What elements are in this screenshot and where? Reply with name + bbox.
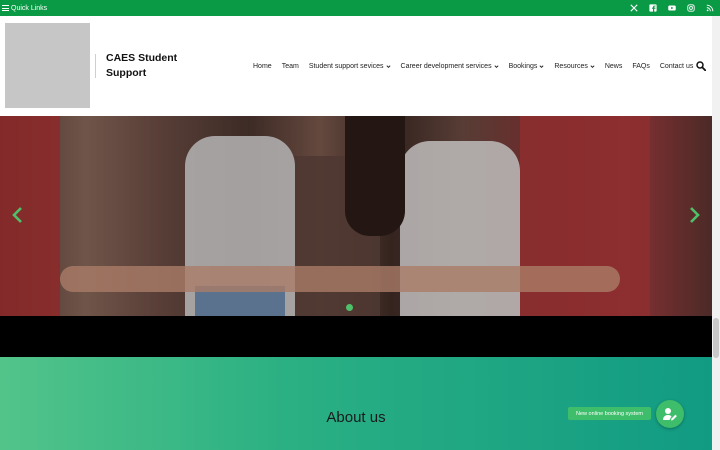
nav-item-career-development-services[interactable]: Career development services [401,63,499,70]
site-title-line2: Support [106,67,147,79]
nav-label: News [604,62,623,70]
hero-overlay [0,116,712,316]
nav-item-contact-us[interactable]: Contact us [660,63,693,70]
chevron-down-icon [590,64,595,69]
youtube-icon[interactable] [668,4,676,12]
site-title-line1: CAES Student [106,52,178,64]
hero-slider [0,116,712,316]
rss-icon[interactable] [706,4,714,12]
scrollbar-thumb[interactable] [713,318,719,358]
nav-label: Home [253,62,272,70]
site-title[interactable]: CAES Student Support [106,51,196,81]
page-scrollbar[interactable] [712,16,720,450]
nav-item-student-support-services[interactable]: Student support sevices [309,63,391,70]
logo-divider [95,54,96,78]
slider-prev-button[interactable] [11,206,23,224]
slider-next-button[interactable] [689,206,701,224]
chevron-down-icon [386,64,391,69]
booking-label[interactable]: New online booking system [568,407,651,420]
chevron-left-icon [12,207,22,223]
site-logo[interactable] [5,23,90,108]
slider-dot-active[interactable] [346,304,353,311]
instagram-icon[interactable] [687,4,695,12]
booking-button[interactable] [656,400,684,428]
quick-links-label: Quick Links [11,4,48,12]
nav-label: Bookings [508,62,538,70]
chevron-down-icon [494,64,499,69]
nav-item-bookings[interactable]: Bookings [509,63,545,70]
chevron-right-icon [690,207,700,223]
search-icon [696,61,706,71]
quick-links-bar: Quick Links [0,0,720,16]
main-nav: Home Team Student support sevices Career… [253,60,693,72]
social-links [630,4,716,12]
nav-label: Resources [554,62,588,70]
nav-label: Career development services [400,62,492,70]
hero-caption-band [0,316,712,357]
nav-label: Team [281,62,299,70]
nav-item-resources[interactable]: Resources [554,62,595,70]
site-header: CAES Student Support Home Team Student s… [0,16,720,116]
quick-links-toggle[interactable]: Quick Links [2,5,47,12]
user-edit-icon [663,408,677,421]
nav-item-team[interactable]: Team [282,63,299,70]
nav-item-news[interactable]: News [605,63,623,70]
menu-icon [2,5,9,11]
about-section: About us [0,357,712,450]
nav-label: Student support sevices [308,62,384,70]
nav-item-home[interactable]: Home [253,63,272,70]
nav-item-faqs[interactable]: FAQs [632,63,650,70]
chevron-down-icon [539,64,544,69]
facebook-icon[interactable] [649,4,657,12]
nav-label: Contact us [659,62,694,70]
search-button[interactable] [696,61,706,71]
x-icon[interactable] [630,4,638,12]
nav-label: FAQs [632,62,650,70]
